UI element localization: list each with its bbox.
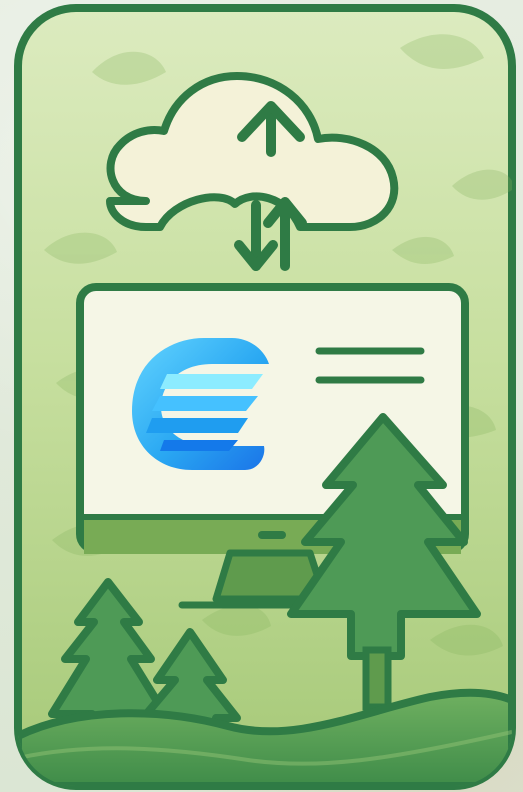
eco-cloud-illustration	[14, 4, 516, 790]
illustration-stage	[0, 0, 523, 792]
